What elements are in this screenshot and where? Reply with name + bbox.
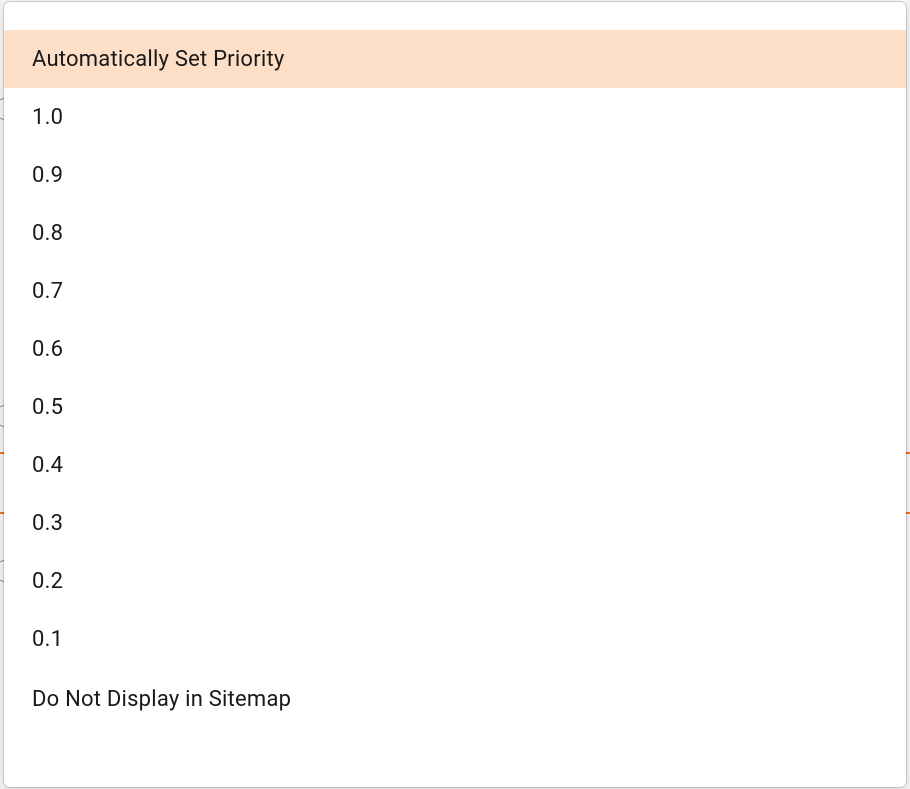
- priority-option-0-9[interactable]: 0.9: [4, 146, 906, 204]
- priority-dropdown-panel: Automatically Set Priority 1.0 0.9 0.8 0…: [4, 2, 906, 787]
- priority-option-0-5[interactable]: 0.5: [4, 378, 906, 436]
- option-label: 0.4: [32, 453, 63, 478]
- priority-option-0-6[interactable]: 0.6: [4, 320, 906, 378]
- priority-option-auto[interactable]: Automatically Set Priority: [4, 30, 906, 88]
- priority-option-hide[interactable]: Do Not Display in Sitemap: [4, 668, 906, 730]
- option-label: 0.9: [32, 163, 63, 188]
- option-label: 0.1: [32, 627, 63, 652]
- option-label: 0.6: [32, 337, 63, 362]
- priority-option-0-8[interactable]: 0.8: [4, 204, 906, 262]
- option-label: 0.5: [32, 395, 63, 420]
- priority-option-0-1[interactable]: 0.1: [4, 610, 906, 668]
- priority-option-0-2[interactable]: 0.2: [4, 552, 906, 610]
- priority-option-0-4[interactable]: 0.4: [4, 436, 906, 494]
- option-label: 0.2: [32, 569, 63, 594]
- priority-option-0-3[interactable]: 0.3: [4, 494, 906, 552]
- option-label: 0.3: [32, 511, 63, 536]
- panel-spacer: [4, 2, 906, 30]
- option-label: Do Not Display in Sitemap: [32, 687, 291, 712]
- option-label: Automatically Set Priority: [32, 47, 285, 72]
- option-label: 1.0: [32, 105, 63, 130]
- option-label: 0.8: [32, 221, 63, 246]
- priority-option-0-7[interactable]: 0.7: [4, 262, 906, 320]
- option-label: 0.7: [32, 279, 63, 304]
- priority-option-1-0[interactable]: 1.0: [4, 88, 906, 146]
